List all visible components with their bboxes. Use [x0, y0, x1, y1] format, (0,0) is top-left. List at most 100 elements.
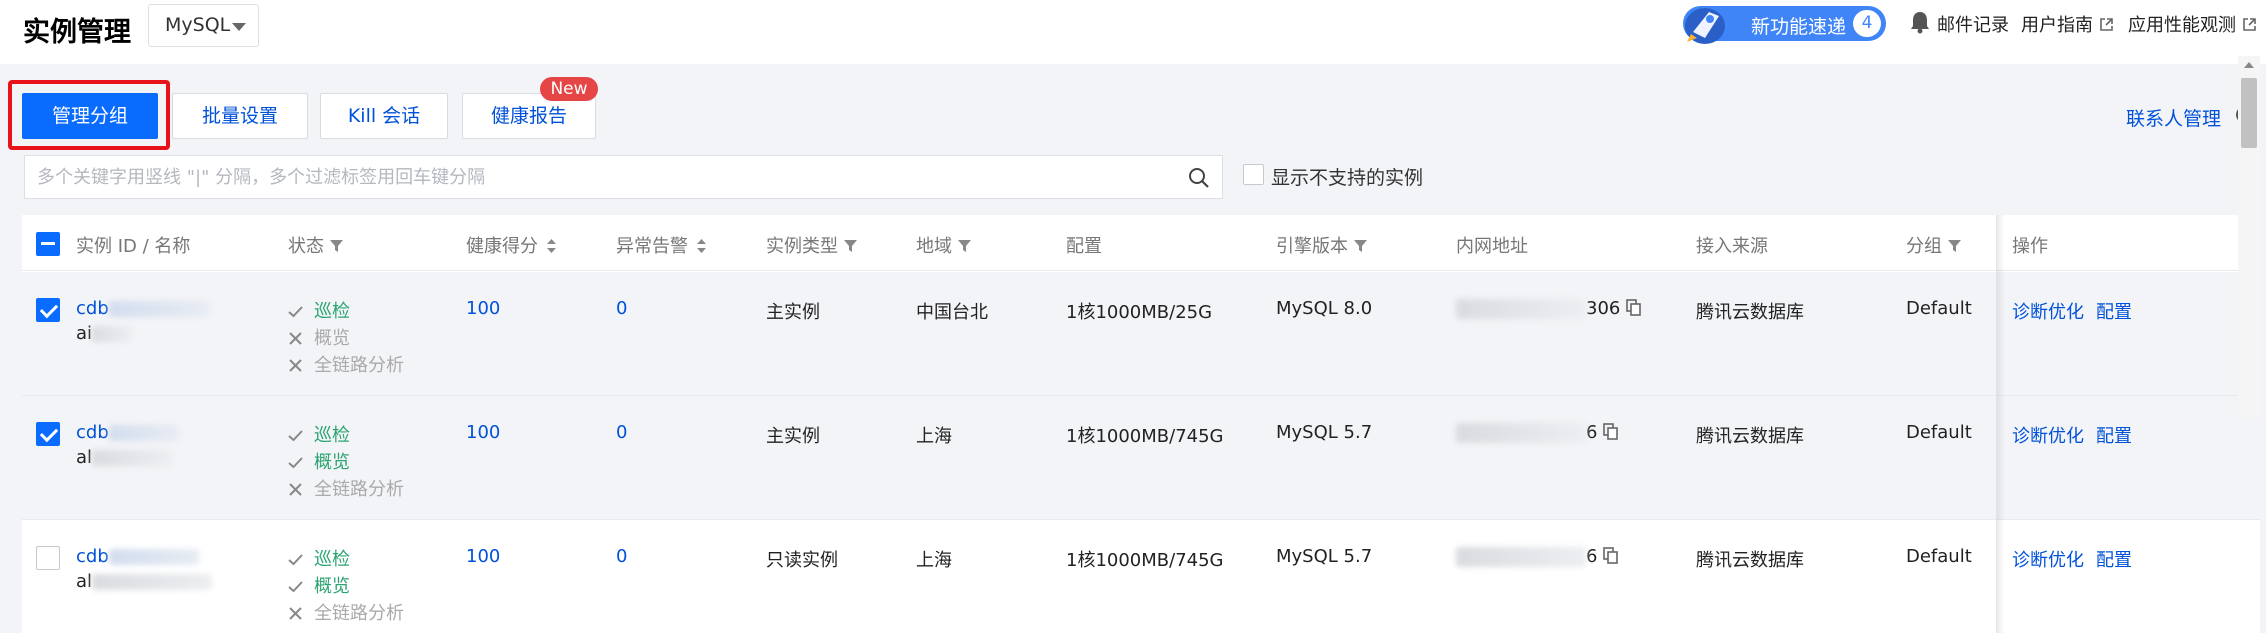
- check-icon: [288, 430, 303, 442]
- group: Default: [1906, 422, 1972, 443]
- config-link[interactable]: 配置: [2096, 298, 2132, 324]
- copy-icon[interactable]: [1626, 299, 1642, 316]
- search-bar: [24, 155, 1223, 199]
- close-icon: [289, 483, 302, 496]
- kill-session-button[interactable]: Kill 会话: [320, 93, 448, 139]
- filter-icon[interactable]: [330, 239, 343, 253]
- filter-icon[interactable]: [1354, 239, 1367, 253]
- col-region[interactable]: 地域: [916, 232, 971, 258]
- external-link-icon: [2243, 18, 2256, 31]
- row-checkbox[interactable]: [36, 298, 60, 322]
- alert-count[interactable]: 0: [616, 298, 627, 319]
- health-score[interactable]: 100: [466, 422, 500, 443]
- table-scrollbar[interactable]: [2238, 56, 2260, 418]
- row-checkbox[interactable]: [36, 422, 60, 446]
- show-unsupported-checkbox[interactable]: [1243, 164, 1264, 185]
- scroll-thumb[interactable]: [2241, 78, 2257, 148]
- col-config: 配置: [1066, 236, 1102, 257]
- status-inspection[interactable]: 巡检: [288, 422, 404, 449]
- copy-icon[interactable]: [1603, 423, 1619, 440]
- access-source: 腾讯云数据库: [1696, 426, 1804, 447]
- instance-id-cell: cdb al: [76, 546, 213, 592]
- instance-id-link[interactable]: cdb: [76, 422, 109, 443]
- status-inspection[interactable]: 巡检: [288, 546, 404, 573]
- sort-icon[interactable]: [546, 238, 557, 254]
- new-feature-count-badge: 4: [1853, 10, 1881, 37]
- health-score[interactable]: 100: [466, 298, 500, 319]
- actions-column-shadow: [1997, 215, 2005, 633]
- db-type-value: MySQL: [165, 14, 231, 36]
- config: 1核1000MB/25G: [1066, 302, 1213, 323]
- health-score[interactable]: 100: [466, 546, 500, 567]
- db-type-select[interactable]: MySQL: [148, 4, 259, 47]
- alert-count[interactable]: 0: [616, 546, 627, 567]
- config-link[interactable]: 配置: [2096, 546, 2132, 572]
- copy-icon[interactable]: [1603, 547, 1619, 564]
- filter-icon[interactable]: [844, 239, 857, 253]
- filter-icon[interactable]: [1948, 239, 1961, 253]
- rocket-icon: [1685, 8, 1725, 44]
- select-all-checkbox[interactable]: [36, 232, 60, 256]
- col-group-label: 分组: [1906, 236, 1942, 257]
- col-alerts-label: 异常告警: [616, 236, 688, 257]
- col-type[interactable]: 实例类型: [766, 232, 857, 258]
- filter-icon[interactable]: [958, 239, 971, 253]
- diagnose-link[interactable]: 诊断优化: [2012, 422, 2084, 448]
- search-input[interactable]: [37, 156, 1167, 198]
- redacted-ip: [1456, 423, 1586, 443]
- status-full-link: 全链路分析: [288, 476, 404, 503]
- new-feature-label: 新功能速递: [1751, 16, 1847, 38]
- region: 上海: [916, 426, 952, 447]
- col-health[interactable]: 健康得分: [466, 232, 557, 258]
- diagnose-link[interactable]: 诊断优化: [2012, 546, 2084, 572]
- scroll-up-arrow[interactable]: [2244, 62, 2254, 68]
- config-link[interactable]: 配置: [2096, 422, 2132, 448]
- check-icon: [288, 554, 303, 566]
- instance-type: 主实例: [766, 426, 820, 447]
- status-cell: 巡检 概览 全链路分析: [288, 422, 404, 503]
- private-ip: 6: [1456, 546, 1619, 567]
- engine-version: MySQL 5.7: [1276, 422, 1373, 443]
- private-ip: 306: [1456, 298, 1642, 319]
- instance-type: 主实例: [766, 302, 820, 323]
- private-ip: 6: [1456, 422, 1619, 443]
- status-overview[interactable]: 概览: [288, 449, 404, 476]
- apm-link[interactable]: 应用性能观测: [2128, 11, 2257, 37]
- diagnose-link[interactable]: 诊断优化: [2012, 298, 2084, 324]
- instance-id-link[interactable]: cdb: [76, 546, 109, 567]
- user-guide-label: 用户指南: [2021, 15, 2093, 36]
- table-row[interactable]: cdb ai 巡检 概览 全链路分析 100 0 主实例 中国台北 1核1000…: [22, 272, 2260, 396]
- table-row[interactable]: cdb al 巡检 概览 全链路分析 100 0 只读实例 上海 1核1000M…: [22, 520, 2260, 633]
- col-status[interactable]: 状态: [288, 232, 343, 258]
- email-records-link[interactable]: 邮件记录: [1937, 11, 2009, 37]
- access-source: 腾讯云数据库: [1696, 550, 1804, 571]
- redacted-ip: [1456, 299, 1586, 319]
- group: Default: [1906, 298, 1972, 319]
- instance-table: 实例 ID / 名称 状态 健康得分 异常告警 实例类型 地域 配置 引擎版本 …: [22, 215, 2260, 633]
- search-icon[interactable]: [1188, 167, 1210, 189]
- redacted-name: [92, 326, 133, 342]
- region: 中国台北: [916, 302, 988, 323]
- col-alerts[interactable]: 异常告警: [616, 232, 707, 258]
- col-type-label: 实例类型: [766, 236, 838, 257]
- status-full-link: 全链路分析: [288, 600, 404, 627]
- batch-settings-button[interactable]: 批量设置: [172, 93, 308, 139]
- status-inspection[interactable]: 巡检: [288, 298, 404, 325]
- row-checkbox[interactable]: [36, 546, 60, 570]
- contact-management-link[interactable]: 联系人管理: [2126, 104, 2221, 131]
- col-engine[interactable]: 引擎版本: [1276, 232, 1367, 258]
- sort-icon[interactable]: [696, 238, 707, 254]
- redacted-name: [92, 450, 173, 466]
- user-guide-link[interactable]: 用户指南: [2021, 11, 2114, 37]
- alert-count[interactable]: 0: [616, 422, 627, 443]
- col-region-label: 地域: [916, 236, 952, 257]
- close-icon: [289, 332, 302, 345]
- status-overview[interactable]: 概览: [288, 573, 404, 600]
- new-feature-button[interactable]: 新功能速递 4: [1683, 6, 1886, 44]
- instance-name: al: [76, 447, 93, 468]
- table-row[interactable]: cdb al 巡检 概览 全链路分析 100 0 主实例 上海 1核1000MB…: [22, 396, 2260, 520]
- col-group[interactable]: 分组: [1906, 232, 1961, 258]
- redacted-id: [108, 549, 199, 565]
- redacted-id: [108, 301, 209, 317]
- instance-id-link[interactable]: cdb: [76, 298, 109, 319]
